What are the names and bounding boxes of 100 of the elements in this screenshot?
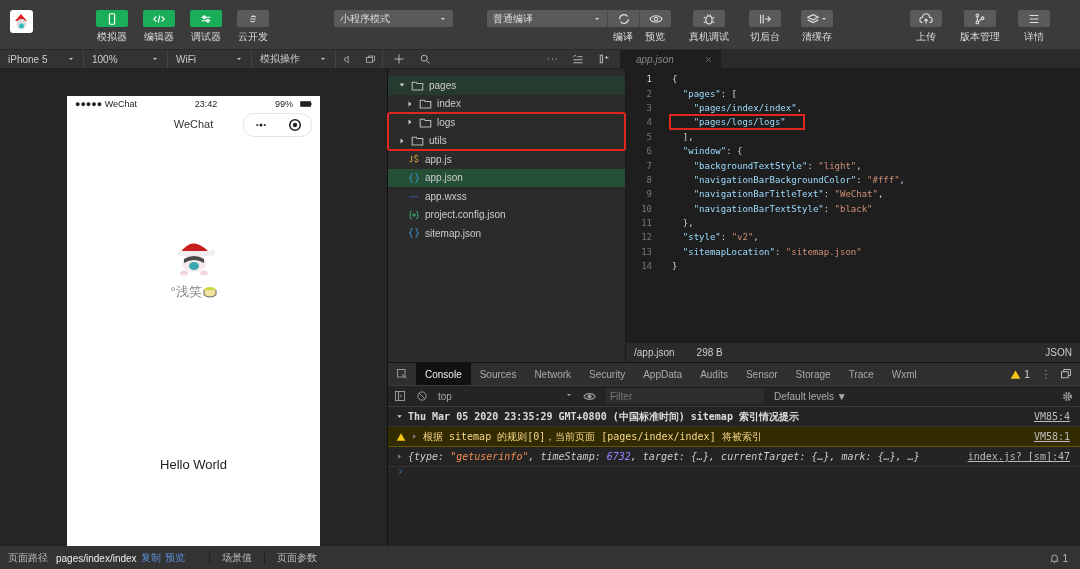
- undock-icon: [1060, 368, 1072, 381]
- js-file-icon: [408, 153, 420, 166]
- source-link[interactable]: VM58:1: [1033, 431, 1070, 443]
- code-line: "pages": [: [681, 88, 738, 99]
- simulator-select[interactable]: 模拟操作: [252, 50, 336, 68]
- add-icon: [393, 53, 405, 65]
- collapsed-caret-icon: [406, 99, 414, 108]
- tool-label: 详情: [1024, 30, 1044, 44]
- file-path: /app.json: [634, 347, 675, 359]
- code-line: "pages/index/index",: [692, 102, 803, 113]
- folder-icon: [411, 134, 424, 148]
- file-tree-item[interactable]: app.wxss: [388, 187, 625, 206]
- prompt-caret-icon: [396, 467, 405, 477]
- file-size: 298 B: [696, 347, 723, 359]
- status-label: 页面路径: [7, 551, 49, 565]
- tool-button[interactable]: [910, 10, 942, 27]
- simulator-select[interactable]: 100%: [84, 50, 168, 68]
- devtools-tab[interactable]: Security: [580, 363, 635, 386]
- context-select[interactable]: top: [438, 390, 573, 402]
- sidebar-icon: [394, 390, 406, 403]
- view-toggle-button[interactable]: [96, 10, 128, 27]
- preview-button[interactable]: [639, 10, 671, 27]
- devtools-tab[interactable]: AppData: [634, 363, 692, 386]
- caret-icon: [67, 55, 75, 63]
- tool-button[interactable]: [749, 10, 781, 27]
- devtools-tab[interactable]: Sensor: [736, 363, 787, 386]
- file-name: utils: [429, 135, 447, 147]
- close-circle-icon: [287, 118, 302, 132]
- devtools-tab[interactable]: Network: [525, 363, 581, 386]
- editor-tab[interactable]: app.json: [620, 50, 721, 68]
- line-number: 7: [645, 160, 652, 171]
- line-number: 6: [645, 146, 652, 157]
- devtools-tab[interactable]: Audits: [691, 363, 737, 386]
- caret-icon: [235, 55, 243, 63]
- code-line: "navigationBarBackgroundColor": "#fff",: [692, 174, 905, 185]
- tool-button[interactable]: [801, 10, 833, 27]
- sort-list-icon: [572, 53, 584, 65]
- levels-select[interactable]: Default levels ▼: [774, 390, 847, 402]
- source-link[interactable]: VM85:4: [1033, 411, 1070, 423]
- view-toggle-button[interactable]: [190, 10, 222, 27]
- file-tree-item[interactable]: project.config.json: [388, 205, 625, 224]
- simulator-select[interactable]: iPhone 5: [0, 50, 84, 68]
- braces-icon: [408, 227, 420, 240]
- line-number: 2: [645, 88, 652, 99]
- file-tree-item[interactable]: index: [388, 94, 625, 113]
- tool-button[interactable]: [693, 10, 725, 27]
- tool-button[interactable]: [964, 10, 996, 27]
- filter-field[interactable]: Filter: [606, 388, 764, 405]
- mode-select[interactable]: 小程序模式: [334, 10, 453, 27]
- warning-count: 1: [1023, 368, 1030, 381]
- params-button[interactable]: 页面参数: [264, 551, 329, 565]
- capsule-menu[interactable]: [243, 113, 312, 137]
- status-link[interactable]: 预览: [164, 551, 189, 565]
- warning-icon: [396, 431, 406, 442]
- code-line: "navigationBarTitleText": "WeChat",: [692, 189, 884, 200]
- line-number: 9: [645, 189, 652, 200]
- code-line: },: [681, 218, 694, 229]
- tool-button[interactable]: [1018, 10, 1050, 27]
- line-number: 12: [640, 232, 652, 243]
- collapsed-caret-icon: [411, 433, 418, 441]
- bug-icon: [702, 11, 716, 26]
- devtools-tab[interactable]: Trace: [839, 363, 883, 386]
- file-tree-item[interactable]: app.js: [388, 150, 625, 169]
- code-line: {: [672, 74, 678, 85]
- folder-icon: [419, 97, 432, 111]
- devtools-tab[interactable]: Console: [416, 363, 471, 386]
- view-toggle-button[interactable]: [237, 10, 269, 27]
- code-line: ],: [681, 131, 694, 142]
- view-toggle-button[interactable]: [143, 10, 175, 27]
- close-icon: [704, 54, 713, 64]
- scene-button[interactable]: 场景值: [208, 551, 265, 565]
- line-number: 5: [645, 131, 652, 142]
- search-icon: [419, 53, 431, 65]
- console-message: Thu Mar 05 2020 23:35:29 GMT+0800 (中国标准时间) sitemap 索引情况提示: [408, 409, 799, 424]
- source-link[interactable]: index.js? [sm]:47: [967, 451, 1070, 463]
- code-line: "pages/logs/logs": [672, 117, 802, 128]
- tool-label: 调试器: [191, 30, 221, 44]
- file-tree-item[interactable]: app.json: [388, 168, 625, 187]
- compile-button[interactable]: [607, 10, 639, 27]
- braces-icon: [408, 171, 420, 184]
- line-number: 1: [645, 74, 652, 85]
- notification-count: 1: [1062, 552, 1068, 564]
- file-tree-item[interactable]: utils: [388, 131, 625, 150]
- inspect-icon: [396, 368, 408, 381]
- hello-text: Hello World: [159, 457, 228, 472]
- code-line: "style": "v2",: [681, 232, 759, 243]
- devtools-tab[interactable]: Storage: [786, 363, 840, 386]
- devtools-tab[interactable]: Sources: [470, 363, 526, 386]
- branch-icon: [973, 11, 987, 26]
- file-tree-item[interactable]: sitemap.json: [388, 224, 625, 243]
- compile-select[interactable]: 普通编译: [487, 10, 607, 27]
- tool-label: 云开发: [238, 30, 268, 44]
- tool-label: 版本管理: [960, 30, 1000, 44]
- clock-text: 23:42: [194, 99, 218, 109]
- devtools-tab[interactable]: Wxml: [882, 363, 926, 386]
- simulator-select[interactable]: WiFi: [168, 50, 252, 68]
- file-tree-item[interactable]: logs: [388, 113, 625, 132]
- status-link[interactable]: 复制: [140, 551, 165, 565]
- file-tree-item[interactable]: pages: [388, 76, 625, 95]
- file-name: index: [437, 98, 461, 110]
